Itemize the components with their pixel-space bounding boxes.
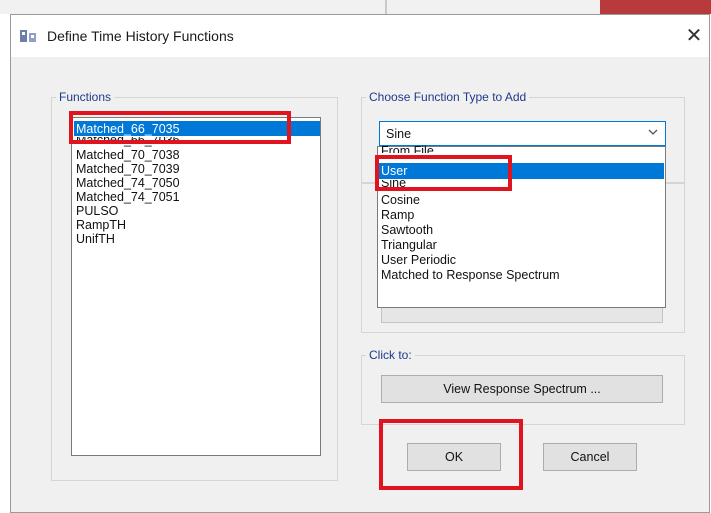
list-item[interactable]: Matched_70_7039: [76, 162, 180, 176]
dropdown-option[interactable]: Sawtooth: [381, 223, 433, 238]
dropdown-option[interactable]: Sine: [381, 180, 406, 188]
function-type-options[interactable]: From File User Sine Cosine Ramp Sawtooth…: [377, 145, 666, 308]
list-item[interactable]: Matched_70_7038: [76, 148, 180, 162]
choose-function-type-label: Choose Function Type to Add: [366, 90, 530, 104]
list-item[interactable]: Matched_66_7036: [76, 137, 180, 147]
highlighted-option-bg: [379, 163, 664, 179]
dropdown-option[interactable]: User Periodic: [381, 253, 456, 268]
view-response-spectrum-button[interactable]: View Response Spectrum ...: [381, 375, 663, 403]
functions-list[interactable]: Matched_66_7035 Matched_66_7036 Matched_…: [71, 117, 321, 456]
dropdown-option[interactable]: Matched to Response Spectrum: [381, 268, 560, 283]
function-type-value: Sine: [386, 127, 412, 141]
dropdown-option[interactable]: Ramp: [381, 208, 414, 223]
dropdown-option[interactable]: From File: [381, 145, 434, 153]
list-item[interactable]: UnifTH: [76, 232, 115, 246]
title-bar: Define Time History Functions ✕: [11, 15, 709, 57]
function-type-dropdown[interactable]: Sine: [379, 121, 666, 146]
functions-group-label: Functions: [56, 90, 115, 104]
dropdown-option[interactable]: User: [381, 164, 407, 179]
background-divider: [385, 0, 387, 14]
ok-button[interactable]: OK: [407, 443, 501, 471]
dropdown-option[interactable]: Cosine: [381, 193, 420, 208]
click-to-label: Click to:: [366, 348, 415, 362]
dropdown-option[interactable]: Triangular: [381, 238, 437, 253]
list-item[interactable]: PULSO: [76, 204, 118, 218]
background-red-fragment: [600, 0, 711, 14]
list-item[interactable]: Matched_66_7035: [76, 122, 180, 136]
app-icon: [20, 30, 36, 42]
define-time-history-dialog: Define Time History Functions ✕ Function…: [10, 14, 710, 513]
list-item[interactable]: RampTH: [76, 218, 126, 232]
list-item[interactable]: Matched_74_7051: [76, 190, 180, 204]
window-title: Define Time History Functions: [47, 28, 234, 44]
list-item[interactable]: Matched_74_7050: [76, 176, 180, 190]
close-icon[interactable]: ✕: [679, 21, 709, 51]
chevron-down-icon: [648, 129, 658, 135]
cancel-button[interactable]: Cancel: [543, 443, 637, 471]
